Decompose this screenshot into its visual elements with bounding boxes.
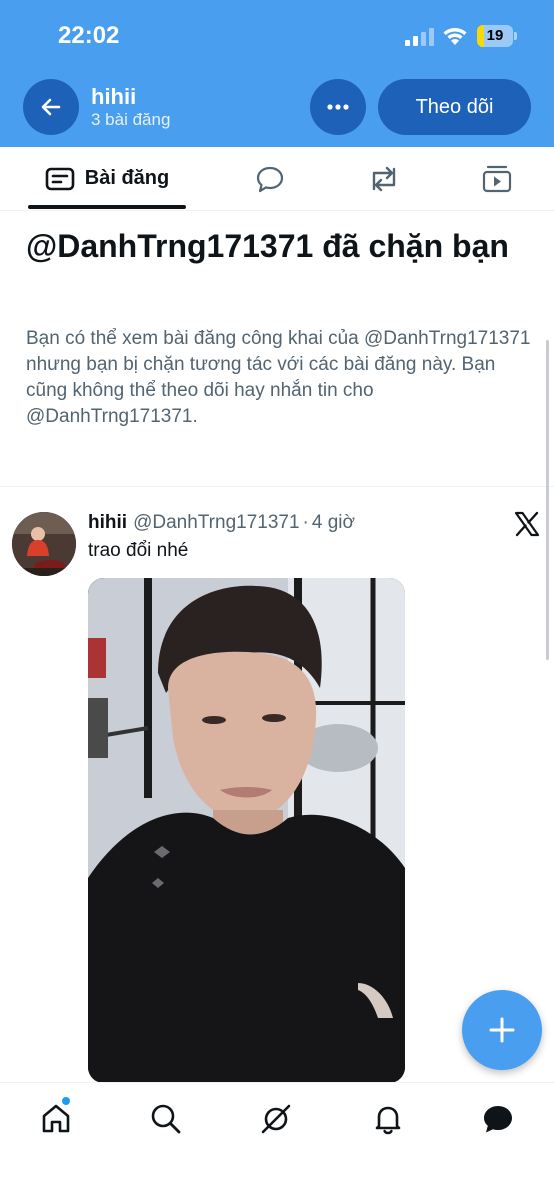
post-header: hihii @DanhTrng171371 · 4 giờ <box>88 512 355 534</box>
home-notification-dot <box>62 1097 70 1105</box>
post-text: trao đổi nhé <box>88 540 189 561</box>
post-count: 3 bài đăng <box>91 110 171 129</box>
cellular-signal-icon <box>405 28 434 46</box>
compose-button[interactable] <box>462 990 542 1070</box>
status-time: 22:02 <box>58 22 120 49</box>
posts-icon <box>45 167 75 190</box>
home-icon <box>42 1104 70 1133</box>
scrollbar[interactable] <box>546 340 549 660</box>
follow-button[interactable]: Theo dõi <box>378 79 531 135</box>
battery-indicator: 19 <box>477 25 517 47</box>
bell-icon <box>375 1106 401 1135</box>
post-separator: · <box>302 512 309 533</box>
profile-tabs: Bài đăng <box>0 147 554 211</box>
post-handle[interactable]: @DanhTrng171371 <box>133 512 299 533</box>
nav-notifications[interactable] <box>368 1099 408 1139</box>
arrow-left-icon <box>41 98 61 116</box>
tab-media[interactable] <box>467 147 527 210</box>
avatar[interactable] <box>12 512 76 576</box>
post-photo <box>88 578 405 1083</box>
active-tab-indicator <box>28 205 186 209</box>
plus-icon <box>489 1017 515 1043</box>
nav-grok[interactable] <box>256 1099 296 1139</box>
status-bar: 22:02 19 <box>0 0 554 70</box>
search-icon <box>151 1104 181 1134</box>
media-play-icon <box>482 165 512 192</box>
bottom-nav <box>0 1082 554 1200</box>
grok-icon <box>261 1104 291 1134</box>
x-logo-icon[interactable] <box>514 511 540 537</box>
back-button[interactable] <box>23 79 79 135</box>
messages-icon <box>484 1106 512 1133</box>
more-options-button[interactable] <box>310 79 366 135</box>
nav-home[interactable] <box>36 1099 76 1139</box>
divider <box>0 486 554 487</box>
avatar-image <box>12 512 76 576</box>
reply-bubble-icon <box>256 166 284 192</box>
repost-icon <box>372 166 396 191</box>
tab-replies[interactable] <box>240 147 300 210</box>
post-media[interactable] <box>88 578 405 1083</box>
tab-posts-label: Bài đăng <box>84 167 170 189</box>
blocked-title: @DanhTrng171371 đã chặn bạn <box>26 228 509 264</box>
tab-posts[interactable]: Bài đăng <box>28 147 186 210</box>
profile-name: hihii <box>91 84 137 109</box>
post-author-name[interactable]: hihii <box>88 512 127 533</box>
post-time: 4 giờ <box>311 512 355 533</box>
nav-messages[interactable] <box>478 1099 518 1139</box>
blocked-description: Bạn có thể xem bài đăng công khai của @D… <box>26 328 531 427</box>
nav-search[interactable] <box>146 1099 186 1139</box>
tab-reposts[interactable] <box>354 147 414 210</box>
wifi-icon <box>443 28 467 45</box>
battery-level: 19 <box>486 27 504 44</box>
more-horizontal-icon <box>327 104 349 110</box>
profile-header: 22:02 19 hihii 3 bài đăng Theo dõi <box>0 0 554 147</box>
